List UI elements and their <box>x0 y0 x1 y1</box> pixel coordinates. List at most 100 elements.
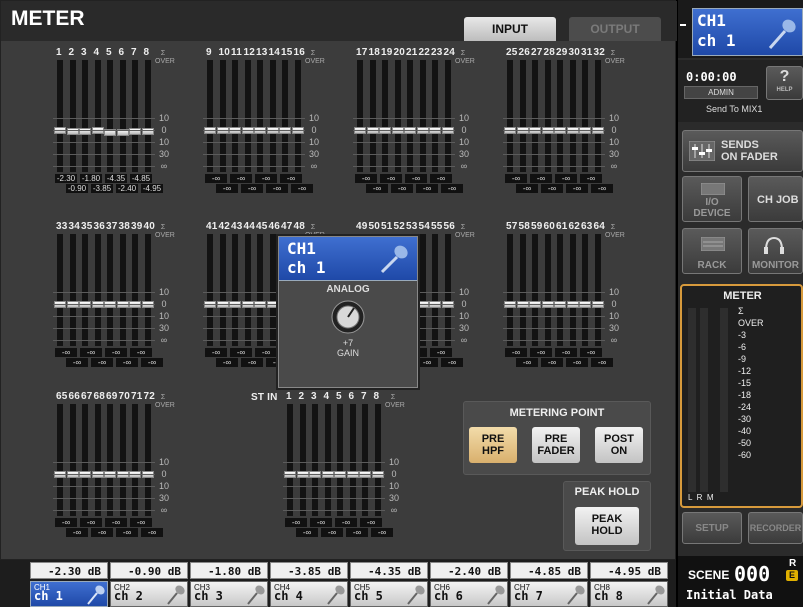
fader-value: -∞ <box>441 184 463 193</box>
channel-number: 69 <box>106 391 118 402</box>
post-on-button[interactable]: POST ON <box>595 427 643 463</box>
ch-job-button[interactable]: CH JOB <box>748 176 803 222</box>
channel-number: 5 <box>106 47 112 58</box>
channel-button-8[interactable]: CH8 ch 8 <box>590 581 668 607</box>
fader-value: -∞ <box>566 184 588 193</box>
channel-button-1[interactable]: CH1 ch 1 <box>30 581 108 607</box>
channel-button-5[interactable]: CH5 ch 5 <box>350 581 428 607</box>
meter-strip <box>144 234 151 346</box>
stin-label: ST IN <box>251 392 278 403</box>
channel-number: 62 <box>568 221 581 232</box>
gain-knob-icon[interactable] <box>330 299 366 335</box>
meter-strip <box>432 234 438 346</box>
scale-line <box>53 154 155 155</box>
recorder-button[interactable]: RECORDER <box>748 512 803 544</box>
microphone-icon <box>487 585 505 605</box>
meter-strip <box>244 60 251 172</box>
meter-strip <box>144 60 151 172</box>
meter-strip <box>299 404 306 516</box>
io-device-button[interactable]: I/O DEVICE <box>682 176 742 222</box>
scale-label: 30 <box>608 323 619 333</box>
master-scale-label: -15 <box>738 378 752 388</box>
fader-value: -1.80 <box>80 174 102 183</box>
meter-window: METER INPUT OUTPUT 1 2 3 4 5 6 7 8 Σ OVER 10 0 10 30 ∞… <box>0 0 677 560</box>
fader-value: -∞ <box>555 174 577 183</box>
fader-value: -∞ <box>230 348 252 357</box>
channel-button-2[interactable]: CH2 ch 2 <box>110 581 188 607</box>
fader-value: -0.90 <box>66 184 88 193</box>
pre-hpf-button[interactable]: PRE HPF <box>469 427 517 463</box>
fader-value: -∞ <box>335 518 357 527</box>
fader-value: -∞ <box>255 348 277 357</box>
meter-strip <box>82 404 88 516</box>
scale-line <box>503 304 605 305</box>
meter-strip <box>324 404 331 516</box>
channel-number: 66 <box>68 391 81 402</box>
time-display: 0:00:00 <box>686 70 737 84</box>
meter-strip <box>287 404 293 516</box>
fader-value: -∞ <box>291 184 313 193</box>
channel-number: 40 <box>143 221 156 232</box>
help-button[interactable]: ? HELP <box>766 66 803 100</box>
channel-popup[interactable]: CH1 ch 1 ANALOG +7 GAIN <box>278 236 418 388</box>
scale-label: 0 <box>161 469 167 479</box>
rack-button[interactable]: RACK <box>682 228 742 274</box>
user-badge[interactable]: ADMIN <box>684 86 758 99</box>
channel-button-6[interactable]: CH6 ch 6 <box>430 581 508 607</box>
scale-line <box>283 498 385 499</box>
on-fader-label: ON FADER <box>721 151 778 163</box>
monitor-button[interactable]: MONITOR <box>748 228 803 274</box>
over-label: OVER <box>455 232 475 239</box>
meter-strip <box>349 404 356 516</box>
meter-strip <box>94 234 101 346</box>
meter-strip <box>544 234 551 346</box>
sigma-label: Σ <box>610 224 616 231</box>
selected-channel-button[interactable]: CH1 ch 1 <box>692 8 803 56</box>
tab-input[interactable]: INPUT <box>464 17 556 41</box>
meter-strip <box>374 404 381 516</box>
channel-button-7[interactable]: CH7 ch 7 <box>510 581 588 607</box>
master-scale-label: -9 <box>738 354 747 364</box>
over-label: OVER <box>455 58 475 65</box>
channel-button-4[interactable]: CH4 ch 4 <box>270 581 348 607</box>
tab-output[interactable]: OUTPUT <box>569 17 661 41</box>
meter-strip <box>57 404 63 516</box>
fader-value: -∞ <box>230 174 252 183</box>
scale-line <box>53 498 155 499</box>
post-on-line2: ON <box>610 445 628 457</box>
meter-strip <box>207 60 213 172</box>
scale-line <box>203 154 305 155</box>
meter-strip <box>582 234 588 346</box>
fader-value: -∞ <box>580 348 602 357</box>
fader-value: -∞ <box>55 348 77 357</box>
scale-label: 10 <box>608 311 619 321</box>
master-scale-label: -12 <box>738 366 752 376</box>
sigma-label: Σ <box>160 394 166 401</box>
scale-label: 0 <box>311 125 317 135</box>
channel-number: 19 <box>381 47 393 58</box>
sends-on-fader-button[interactable]: SENDS ON FADER <box>682 130 803 172</box>
scale-label: 10 <box>158 137 169 147</box>
channel-button-3[interactable]: CH3 ch 3 <box>190 581 268 607</box>
pre-fader-button[interactable]: PRE FADER <box>532 427 580 463</box>
channel-number: 60 <box>543 221 556 232</box>
meter-strip <box>132 60 138 172</box>
fader-value: -∞ <box>310 518 332 527</box>
channel-number: 16 <box>293 47 306 58</box>
microphone-icon <box>407 585 425 605</box>
peak-hold-button[interactable]: PEAK HOLD <box>575 507 639 545</box>
meter-strip <box>269 60 276 172</box>
meter-strip <box>569 234 576 346</box>
sigma-label: Σ <box>460 224 466 231</box>
scene-label: SCENE <box>688 568 730 582</box>
setup-button[interactable]: SETUP <box>682 512 742 544</box>
scene-area[interactable]: SCENE 000 R E Initial Data <box>678 556 803 607</box>
meter-strip <box>82 60 88 172</box>
scale-label: 0 <box>461 125 467 135</box>
db-value: -4.35 dB <box>350 562 428 579</box>
over-label: OVER <box>155 58 175 65</box>
meter-strip <box>69 60 76 172</box>
scale-label: 0 <box>461 299 467 309</box>
scale-line <box>53 474 155 475</box>
scale-line <box>283 474 385 475</box>
